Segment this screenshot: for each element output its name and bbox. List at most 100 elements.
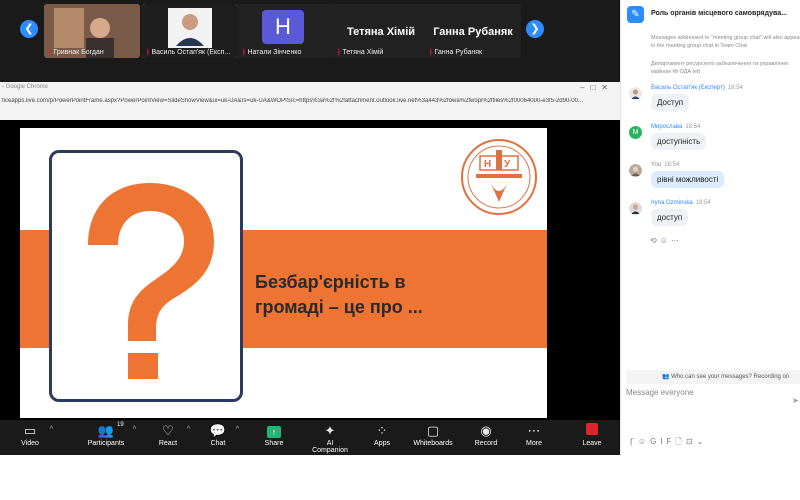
chevron-up-icon[interactable]: ^ [187,426,190,433]
participant-tile[interactable]: H ∤ Натали Зінченко [238,4,334,58]
heart-icon: ♡ [162,423,174,438]
participant-avatar: H [262,10,304,44]
avatar [629,164,642,177]
mic-muted-icon: ∤ [48,49,52,56]
chat-notice: Messages addressed to "meeting group cha… [651,35,800,49]
slide-title-line1: Безбар'єрність в [255,272,406,292]
mic-muted-icon: ∤ [337,49,341,56]
avatar [629,202,642,215]
participant-display-name: Ганна Рубаняк [433,26,513,38]
format-icon[interactable]: Ꞅ [630,437,638,446]
window-controls-icon: –□✕ [580,83,614,92]
chevron-up-icon[interactable]: ^ [50,426,53,433]
chat-bubble-icon: 💬 [209,423,227,438]
ai-companion-button[interactable]: ✦ AI Companion [308,422,352,454]
message-bubble[interactable]: доступ [651,209,689,226]
participants-label: Participants [87,440,125,447]
compose-icon[interactable]: ✎ [627,6,644,23]
message-sender: You [651,162,662,168]
record-button[interactable]: ◉ Record [474,422,498,447]
video-label: Video [21,440,39,447]
share-label: Share [264,440,284,447]
whiteboards-label: Whiteboards [413,440,453,447]
gif-icon[interactable]: GIF [650,437,675,446]
participant-display-name: Тетяна Хімій [346,26,416,38]
chevron-down-icon[interactable]: ⌄ [697,437,708,446]
apps-button[interactable]: ⁘ Apps [372,422,392,447]
participants-button[interactable]: 👥 19 Participants ^ [86,422,136,447]
screenshot-icon[interactable]: ⊡ [686,437,697,446]
chat-panel: ✎ Роль органів місцевого самоврядува... … [620,0,800,455]
message-time: 18:54 [664,162,680,168]
gallery-prev-icon[interactable]: ❮ [20,20,38,38]
participant-name: Василь Остап'як (Експ... [151,49,231,56]
participant-name: Гривнак Богдан [53,49,104,56]
more-button[interactable]: ⋯ More [524,422,544,447]
message-bubble[interactable]: Доступ [651,94,690,111]
participants-count: 19 [117,422,124,428]
meeting-toolbar: ▭ Video ^ 👥 19 Participants ^ ♡ React ^ … [0,420,620,455]
avatar: M [629,126,642,139]
message-time: 18:54 [685,124,701,130]
ai-companion-label: AI Companion [312,440,348,454]
slide-title: Безбар'єрність в громаді – це про ... [255,270,423,320]
message-input[interactable]: Message everyone [626,388,800,397]
whiteboards-button[interactable]: ▢ Whiteboards [413,422,453,447]
message-actions: ⟲☺⋯ [650,236,682,245]
apps-grid-icon: ⁘ [376,423,388,438]
video-button[interactable]: ▭ Video ^ [17,422,53,447]
question-mark-icon [88,183,214,379]
participant-name: Натали Зінченко [247,49,302,56]
gallery-next-icon[interactable]: ❯ [526,20,544,38]
participant-name: Ганна Рубаняк [434,49,483,56]
chat-label: Chat [210,440,226,447]
participant-tile[interactable]: Ганна Рубаняк ∤ Ганна Рубаняк [425,4,521,58]
participant-tile[interactable]: Тетяна Хімій ∤ Тетяна Хімій [333,4,429,58]
avatar [629,87,642,100]
record-label: Record [474,440,498,447]
system-message: Департамент ресурсного забезпечення та у… [651,61,788,75]
mic-muted-icon: ∤ [146,49,150,56]
compose-toolbar: Ꞅ☺GIF🗋⊡⌄ [630,436,707,450]
message-bubble[interactable]: доступність [651,133,707,150]
react-button[interactable]: ♡ React ^ [156,422,190,447]
emoji-reaction-icon[interactable]: ☺ [660,236,671,245]
message-bubble[interactable]: рівні можливості [651,171,725,188]
chat-button[interactable]: 💬 Chat ^ [207,422,239,447]
more-dots-icon: ⋯ [527,423,541,438]
message-visibility-notice[interactable]: 👥 Who can see your messages? Recording o… [626,370,800,384]
message-sender[interactable]: Василь Остап'як (Експерт) [651,85,725,91]
chat-title: Роль органів місцевого самоврядува... [651,10,787,17]
sparkle-icon: ✦ [324,423,336,438]
file-icon[interactable]: 🗋 [675,437,685,446]
leave-button[interactable]: Leave [580,422,604,447]
emoji-icon[interactable]: ☺ [638,437,650,446]
question-card [49,150,243,402]
chevron-up-icon[interactable]: ^ [133,426,136,433]
more-dots-icon[interactable]: ⋯ [671,236,682,245]
send-icon[interactable]: ➤ [792,396,799,405]
svg-text:У: У [504,159,511,170]
gallery-strip: ❮ ∤ Гривнак Богдан ∤ Василь Остап'як (Експ… [0,0,620,82]
presentation-slide: Безбар'єрність в громаді – це про ... Н … [20,128,547,418]
video-camera-icon: ▭ [23,423,37,438]
participant-tile[interactable]: ∤ Василь Остап'як (Експ... [142,4,238,58]
meeting-window: ❮ ∤ Гривнак Богдан ∤ Василь Остап'як (Експ… [0,0,620,455]
university-logo-icon: Н У [461,139,537,215]
mic-muted-icon: ∤ [242,49,246,56]
browser-title: - Google Chrome [2,84,49,90]
leave-icon [580,422,604,440]
message-sender[interactable]: Iryna Ozminska [651,200,693,206]
slide-title-line2: громаді – це про ... [255,297,423,317]
record-icon: ◉ [480,423,492,438]
message-time: 18:54 [727,85,743,91]
apps-label: Apps [374,440,390,447]
share-button[interactable]: ↑ Share [262,422,286,447]
reply-icon[interactable]: ⟲ [650,236,660,245]
participant-tile[interactable]: ∤ Гривнак Богдан [44,4,140,58]
shared-screen: Безбар'єрність в громаді – це про ... Н … [0,120,620,420]
people-icon: 👥 [662,374,670,380]
message-sender[interactable]: Мирослава [651,124,682,130]
chevron-up-icon[interactable]: ^ [236,426,239,433]
message-time: 18:54 [695,200,711,206]
